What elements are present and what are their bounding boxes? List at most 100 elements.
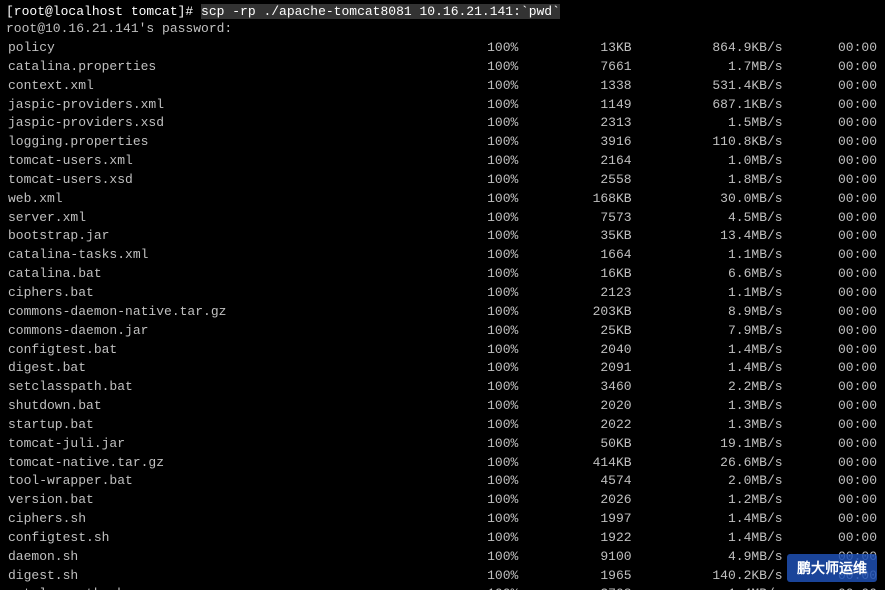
file-name: ciphers.bat xyxy=(6,284,426,303)
file-size: 50KB xyxy=(520,435,633,454)
file-pct: 100% xyxy=(426,246,520,265)
file-speed: 6.6MB/s xyxy=(634,265,785,284)
file-name: digest.sh xyxy=(6,567,426,586)
file-pct: 100% xyxy=(426,96,520,115)
file-size: 3460 xyxy=(520,378,633,397)
file-time: 00:00 xyxy=(785,284,879,303)
file-time: 00:00 xyxy=(785,472,879,491)
file-time: 00:00 xyxy=(785,491,879,510)
file-speed: 110.8KB/s xyxy=(634,133,785,152)
file-pct: 100% xyxy=(426,567,520,586)
file-pct: 100% xyxy=(426,152,520,171)
file-row: configtest.sh 100% 1922 1.4MB/s 00:00 xyxy=(6,529,879,548)
file-time: 00:00 xyxy=(785,378,879,397)
file-speed: 1.1MB/s xyxy=(634,284,785,303)
file-pct: 100% xyxy=(426,265,520,284)
file-time: 00:00 xyxy=(785,96,879,115)
file-speed: 1.8MB/s xyxy=(634,171,785,190)
file-size: 2022 xyxy=(520,416,633,435)
file-name: shutdown.bat xyxy=(6,397,426,416)
file-pct: 100% xyxy=(426,585,520,590)
file-speed: 1.4MB/s xyxy=(634,585,785,590)
file-name: jaspic-providers.xsd xyxy=(6,114,426,133)
file-name: policy xyxy=(6,39,426,58)
file-pct: 100% xyxy=(426,341,520,360)
file-speed: 1.7MB/s xyxy=(634,58,785,77)
file-size: 1922 xyxy=(520,529,633,548)
file-name: web.xml xyxy=(6,190,426,209)
file-time: 00:00 xyxy=(785,397,879,416)
file-speed: 7.9MB/s xyxy=(634,322,785,341)
file-size: 1338 xyxy=(520,77,633,96)
file-time: 00:00 xyxy=(785,133,879,152)
file-speed: 1.3MB/s xyxy=(634,416,785,435)
file-pct: 100% xyxy=(426,58,520,77)
file-time: 00:00 xyxy=(785,529,879,548)
file-speed: 687.1KB/s xyxy=(634,96,785,115)
file-row: shutdown.bat 100% 2020 1.3MB/s 00:00 xyxy=(6,397,879,416)
file-row: jaspic-providers.xml 100% 1149 687.1KB/s… xyxy=(6,96,879,115)
file-size: 7661 xyxy=(520,58,633,77)
prompt: [root@localhost tomcat]# xyxy=(6,4,201,19)
file-speed: 4.5MB/s xyxy=(634,209,785,228)
file-name: tomcat-native.tar.gz xyxy=(6,454,426,473)
file-row: server.xml 100% 7573 4.5MB/s 00:00 xyxy=(6,209,879,228)
file-time: 00:00 xyxy=(785,114,879,133)
file-time: 00:00 xyxy=(785,171,879,190)
file-size: 168KB xyxy=(520,190,633,209)
file-time: 00:00 xyxy=(785,435,879,454)
file-name: tomcat-users.xml xyxy=(6,152,426,171)
file-name: setclasspath.sh xyxy=(6,585,426,590)
file-speed: 30.0MB/s xyxy=(634,190,785,209)
file-speed: 26.6MB/s xyxy=(634,454,785,473)
file-pct: 100% xyxy=(426,548,520,567)
file-name: commons-daemon-native.tar.gz xyxy=(6,303,426,322)
file-size: 1997 xyxy=(520,510,633,529)
file-size: 414KB xyxy=(520,454,633,473)
watermark: 鹏大师运维 xyxy=(787,554,877,582)
file-pct: 100% xyxy=(426,378,520,397)
file-row: setclasspath.sh 100% 3708 1.4MB/s 00:00 xyxy=(6,585,879,590)
file-speed: 1.0MB/s xyxy=(634,152,785,171)
file-name: commons-daemon.jar xyxy=(6,322,426,341)
file-size: 1965 xyxy=(520,567,633,586)
terminal: [root@localhost tomcat]# scp -rp ./apach… xyxy=(0,0,885,590)
file-pct: 100% xyxy=(426,322,520,341)
file-name: catalina.bat xyxy=(6,265,426,284)
file-row: ciphers.sh 100% 1997 1.4MB/s 00:00 xyxy=(6,510,879,529)
file-size: 1149 xyxy=(520,96,633,115)
file-time: 00:00 xyxy=(785,246,879,265)
file-size: 2020 xyxy=(520,397,633,416)
file-row: jaspic-providers.xsd 100% 2313 1.5MB/s 0… xyxy=(6,114,879,133)
file-speed: 2.2MB/s xyxy=(634,378,785,397)
file-name: logging.properties xyxy=(6,133,426,152)
file-name: bootstrap.jar xyxy=(6,227,426,246)
file-pct: 100% xyxy=(426,133,520,152)
file-row: web.xml 100% 168KB 30.0MB/s 00:00 xyxy=(6,190,879,209)
file-speed: 1.5MB/s xyxy=(634,114,785,133)
file-pct: 100% xyxy=(426,359,520,378)
file-speed: 19.1MB/s xyxy=(634,435,785,454)
file-size: 1664 xyxy=(520,246,633,265)
file-pct: 100% xyxy=(426,77,520,96)
file-pct: 100% xyxy=(426,227,520,246)
file-size: 2313 xyxy=(520,114,633,133)
file-pct: 100% xyxy=(426,303,520,322)
file-pct: 100% xyxy=(426,171,520,190)
file-list: policy 100% 13KB 864.9KB/s 00:00 catalin… xyxy=(6,39,879,590)
file-time: 00:00 xyxy=(785,359,879,378)
file-size: 25KB xyxy=(520,322,633,341)
file-row: context.xml 100% 1338 531.4KB/s 00:00 xyxy=(6,77,879,96)
file-pct: 100% xyxy=(426,529,520,548)
file-time: 00:00 xyxy=(785,152,879,171)
file-pct: 100% xyxy=(426,491,520,510)
file-row: daemon.sh 100% 9100 4.9MB/s 00:00 xyxy=(6,548,879,567)
file-row: tool-wrapper.bat 100% 4574 2.0MB/s 00:00 xyxy=(6,472,879,491)
command-text: scp -rp ./apache-tomcat8081 10.16.21.141… xyxy=(201,4,560,19)
file-pct: 100% xyxy=(426,416,520,435)
file-size: 3916 xyxy=(520,133,633,152)
file-pct: 100% xyxy=(426,435,520,454)
file-speed: 13.4MB/s xyxy=(634,227,785,246)
file-row: catalina-tasks.xml 100% 1664 1.1MB/s 00:… xyxy=(6,246,879,265)
file-name: tomcat-juli.jar xyxy=(6,435,426,454)
